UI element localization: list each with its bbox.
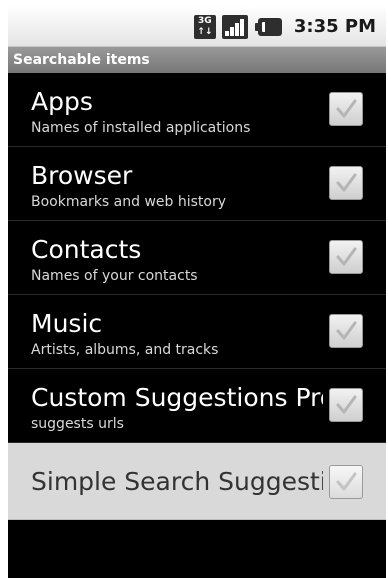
item-title: Browser <box>31 161 133 190</box>
network-3g-label: 3G <box>198 15 212 26</box>
check-mark-icon <box>336 472 357 491</box>
item-title: Music <box>31 309 103 338</box>
item-summary: Artists, albums, and tracks <box>31 342 219 358</box>
item-title: Custom Suggestions Prov <box>31 383 323 412</box>
music-checkbox[interactable] <box>329 314 363 348</box>
item-title: Simple Search Suggestio <box>31 467 323 496</box>
check-mark-icon <box>336 395 357 414</box>
item-summary: Names of installed applications <box>31 120 251 136</box>
custom-suggestions-checkbox[interactable] <box>329 388 363 422</box>
browser-checkbox[interactable] <box>329 166 363 200</box>
searchable-items-list: Apps Names of installed applications Bro… <box>8 73 386 520</box>
page-title: Searchable items <box>8 47 386 73</box>
item-summary: suggests urls <box>31 416 124 432</box>
check-mark-icon <box>336 99 357 118</box>
apps-checkbox[interactable] <box>329 92 363 126</box>
check-mark-icon <box>336 247 357 266</box>
list-item-apps[interactable]: Apps Names of installed applications <box>8 73 386 147</box>
status-icons: 3G ↑↓ 3:35 PM <box>193 6 376 47</box>
item-summary: Bookmarks and web history <box>31 194 227 210</box>
list-item-contacts[interactable]: Contacts Names of your contacts <box>8 221 386 295</box>
check-mark-icon <box>336 173 357 192</box>
list-item-custom-suggestions[interactable]: Custom Suggestions Prov suggests urls <box>8 369 386 443</box>
status-bar: 3G ↑↓ 3:35 PM <box>8 6 386 47</box>
network-activity-arrows: ↑↓ <box>197 26 213 37</box>
phone-screen: 3G ↑↓ 3:35 PM Searchable items Apps Name… <box>8 6 386 578</box>
contacts-checkbox[interactable] <box>329 240 363 274</box>
network-3g-icon: 3G ↑↓ <box>193 14 216 39</box>
signal-strength-icon <box>221 14 248 39</box>
battery-icon <box>254 16 284 38</box>
list-item-browser[interactable]: Browser Bookmarks and web history <box>8 147 386 221</box>
status-clock: 3:35 PM <box>293 16 376 37</box>
item-title: Contacts <box>31 235 142 264</box>
list-item-simple-search-suggestions[interactable]: Simple Search Suggestio <box>8 443 386 520</box>
check-mark-icon <box>336 321 357 340</box>
item-summary: Names of your contacts <box>31 268 198 284</box>
list-item-music[interactable]: Music Artists, albums, and tracks <box>8 295 386 369</box>
simple-search-suggestions-checkbox[interactable] <box>329 465 363 499</box>
item-title: Apps <box>31 87 93 116</box>
